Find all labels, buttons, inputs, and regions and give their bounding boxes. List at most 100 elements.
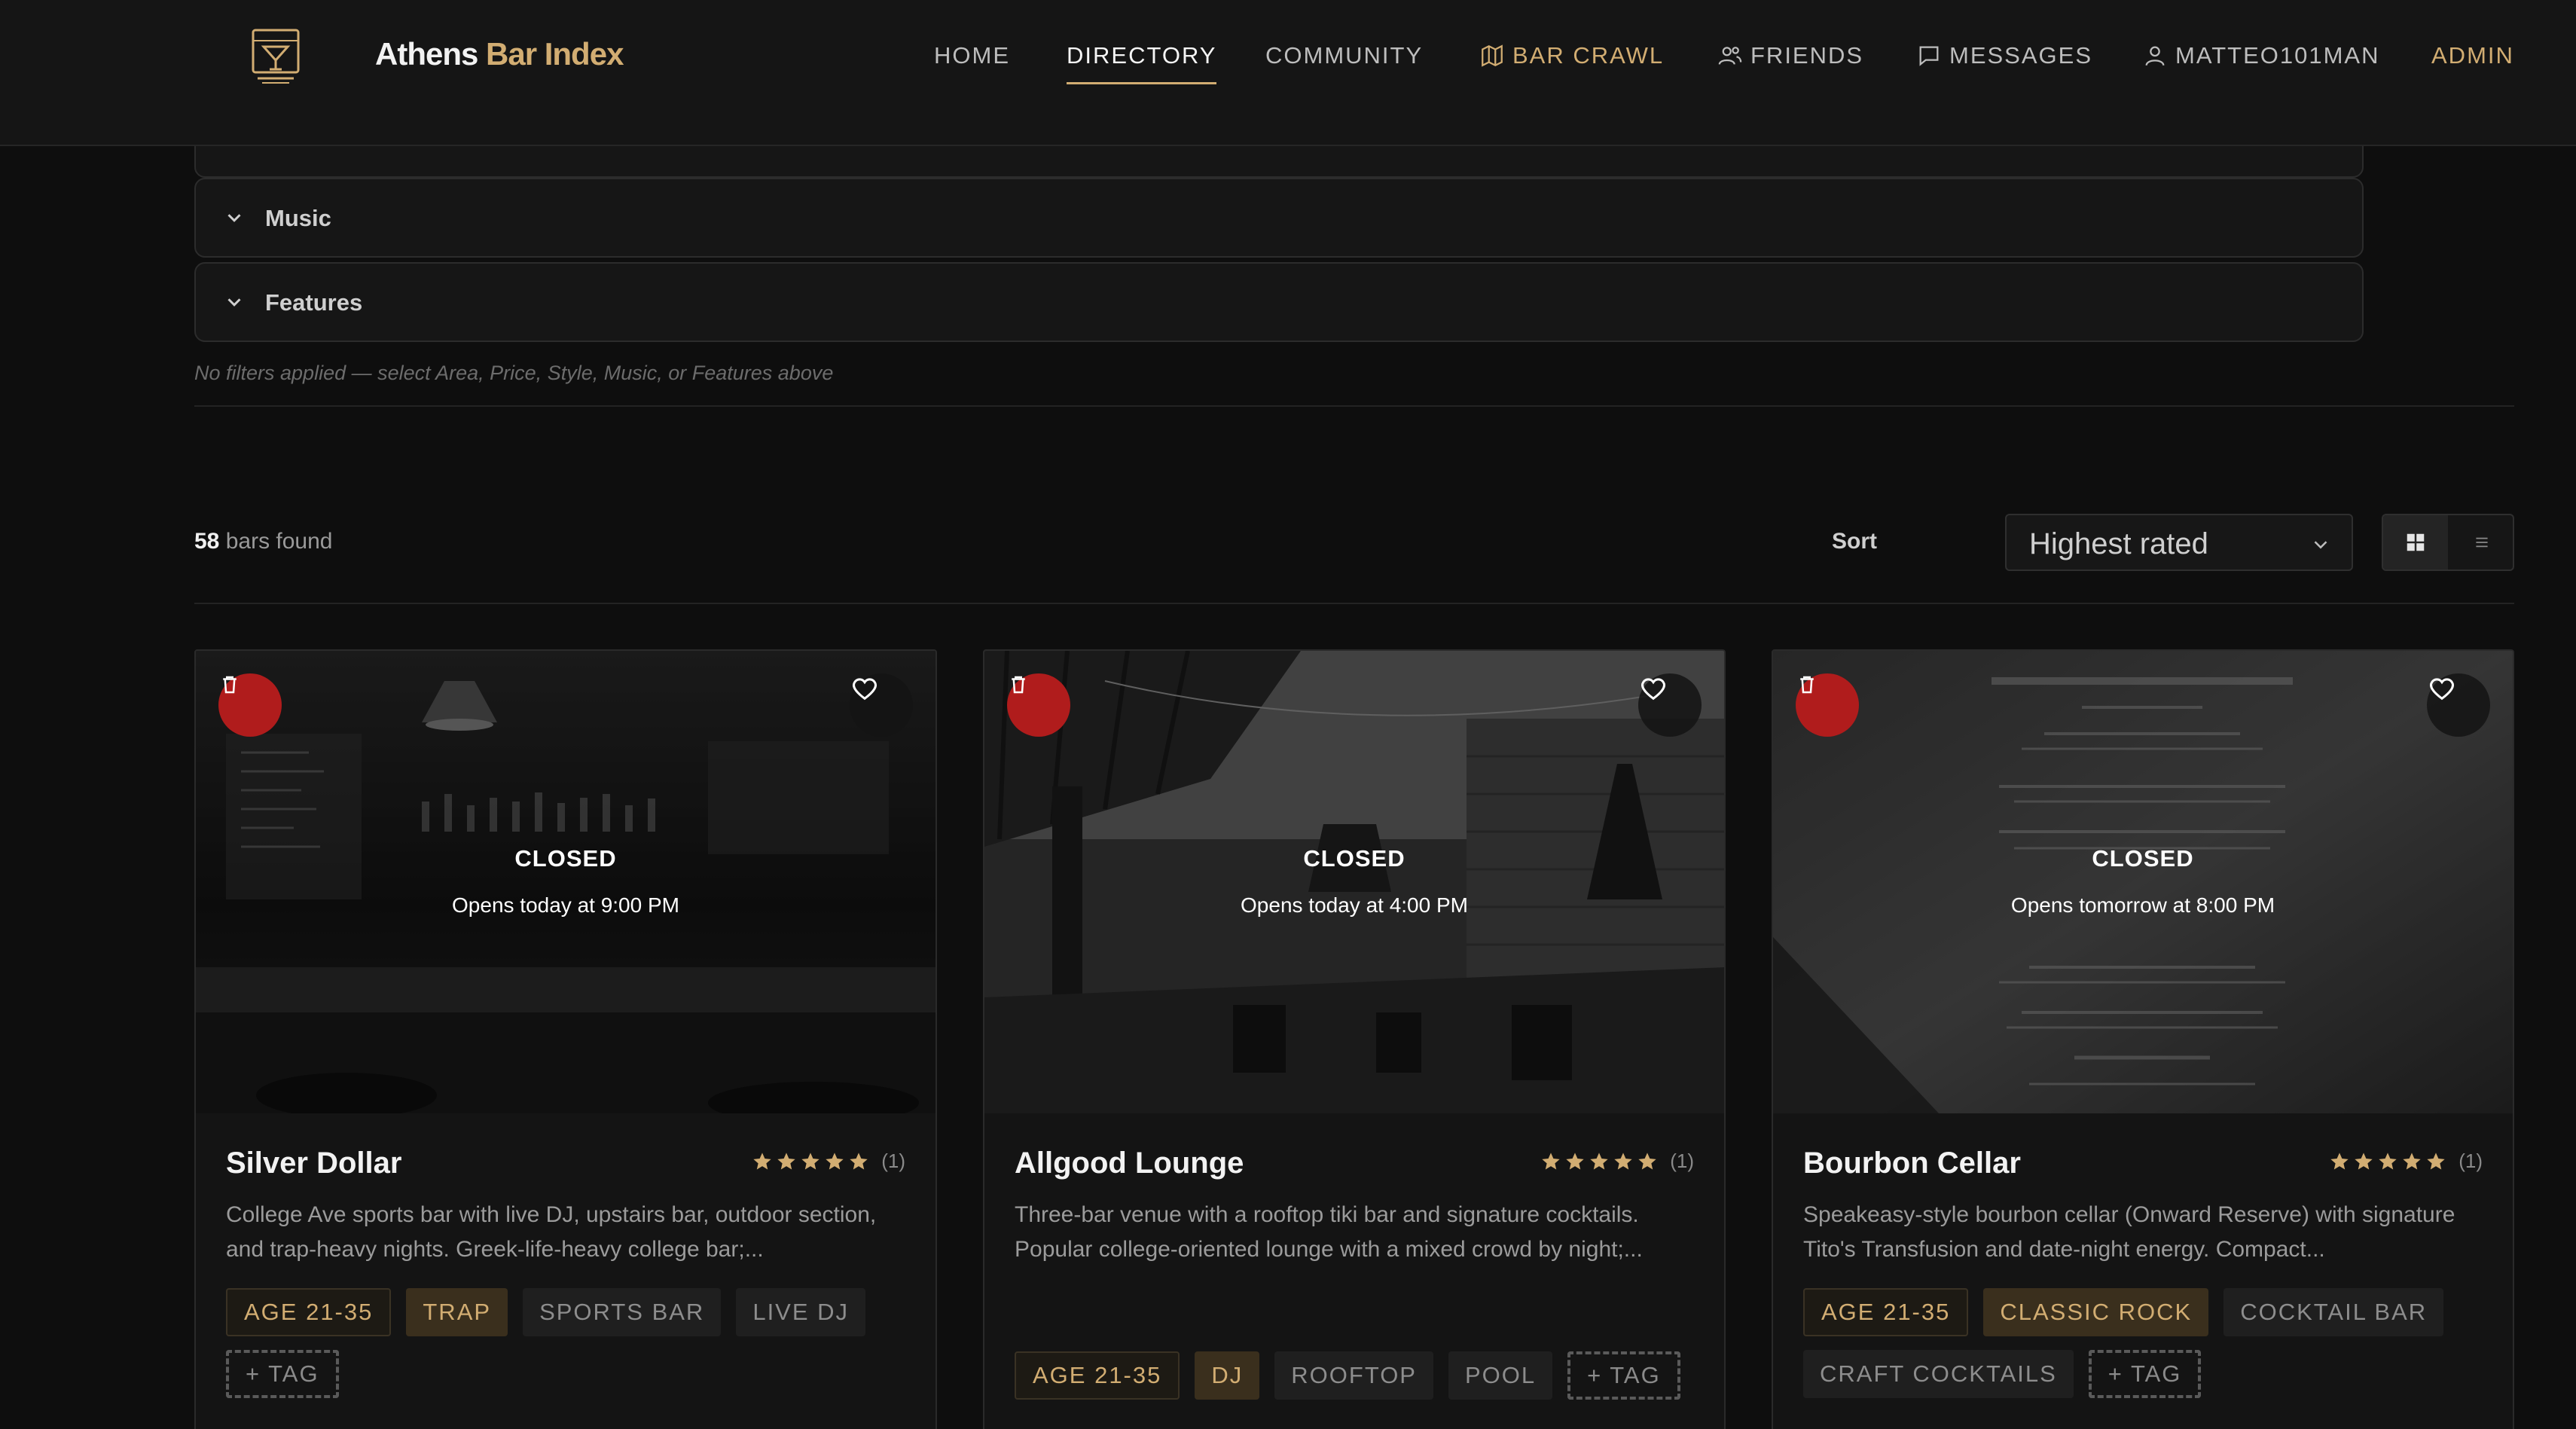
nav-directory[interactable]: DIRECTORY <box>1067 42 1217 84</box>
tag-feature[interactable]: CRAFT COCKTAILS <box>1803 1350 2074 1398</box>
nav-profile[interactable]: MATTEO101MAN <box>2142 42 2379 69</box>
tag-music[interactable]: TRAP <box>406 1288 508 1336</box>
filter-label-features: Features <box>265 289 363 316</box>
bar-card[interactable]: CLOSED Opens today at 9:00 PM Silver Dol… <box>194 649 937 1429</box>
nav-admin-label: ADMIN <box>2431 42 2514 69</box>
nav-messages-label: MESSAGES <box>1949 42 2092 69</box>
bar-card[interactable]: CLOSED Opens tomorrow at 8:00 PM Bourbon… <box>1772 649 2514 1429</box>
nav-home-label: HOME <box>934 42 1010 69</box>
heart-icon <box>2429 678 2455 701</box>
delete-button[interactable] <box>1796 673 1859 737</box>
star-icon <box>2379 1152 2397 1169</box>
bar-photo: CLOSED Opens today at 4:00 PM <box>984 651 1724 1113</box>
filter-section-features[interactable]: Features <box>194 262 2364 342</box>
tag-age[interactable]: AGE 21-35 <box>1803 1288 1969 1336</box>
chevron-down-icon <box>227 214 241 222</box>
bar-description: College Ave sports bar with live DJ, ups… <box>226 1202 877 1262</box>
tag-age[interactable]: AGE 21-35 <box>1015 1351 1180 1400</box>
tag-feature[interactable]: POOL <box>1448 1351 1553 1400</box>
nav-profile-label: MATTEO101MAN <box>2175 42 2380 69</box>
chevron-down-icon <box>227 298 241 307</box>
tag-feature[interactable]: LIVE DJ <box>736 1288 866 1336</box>
star-icon <box>1614 1152 1632 1169</box>
bar-photo: CLOSED Opens tomorrow at 8:00 PM <box>1773 651 2513 1113</box>
heart-icon <box>852 678 877 701</box>
rating-count: (1) <box>2458 1150 2483 1172</box>
favorite-button[interactable] <box>2427 673 2490 737</box>
star-icon <box>2330 1152 2349 1169</box>
star-icon <box>826 1152 844 1169</box>
divider <box>194 405 2514 407</box>
status-badge: CLOSED <box>514 845 617 872</box>
add-tag-button[interactable]: + TAG <box>1567 1351 1680 1400</box>
sort-value: Highest rated <box>2029 527 2208 560</box>
rating: (1) <box>752 1150 905 1173</box>
favorite-button[interactable] <box>850 673 913 737</box>
tag-feature[interactable]: ROOFTOP <box>1274 1351 1433 1400</box>
tag-list: AGE 21-35 CLASSIC ROCK COCKTAIL BAR CRAF… <box>1803 1288 2489 1398</box>
chevron-down-icon <box>2314 541 2327 549</box>
star-icon <box>1566 1152 1584 1169</box>
bar-description: Three-bar venue with a rooftop tiki bar … <box>1015 1202 1643 1262</box>
list-view-button[interactable] <box>2449 515 2513 569</box>
add-tag-button[interactable]: + TAG <box>226 1350 339 1398</box>
nav-community-label: COMMUNITY <box>1265 42 1424 69</box>
bar-name[interactable]: Bourbon Cellar <box>1803 1147 2021 1180</box>
rating: (1) <box>1540 1150 1694 1173</box>
trash-icon <box>223 676 237 694</box>
users-icon <box>1718 47 1742 65</box>
delete-button[interactable] <box>1007 673 1070 737</box>
star-icon <box>753 1152 771 1169</box>
heart-icon <box>1641 678 1666 701</box>
star-icon <box>1638 1152 1656 1169</box>
tag-list: AGE 21-35 DJ ROOFTOP POOL + TAG <box>1015 1351 1700 1400</box>
star-icon <box>1542 1152 1560 1169</box>
tag-music[interactable]: CLASSIC ROCK <box>1983 1288 2209 1336</box>
photo-overlay <box>1773 651 2513 1113</box>
add-tag-button[interactable]: + TAG <box>2088 1350 2202 1398</box>
sort-label: Sort <box>1832 529 1877 554</box>
filter-section-music[interactable]: Music <box>194 178 2364 258</box>
trash-icon <box>1012 676 1025 694</box>
results-count: 58 bars found <box>194 529 333 554</box>
star-icon <box>2403 1152 2421 1169</box>
rating-count: (1) <box>881 1150 905 1172</box>
list-icon <box>2476 537 2488 548</box>
bar-name[interactable]: Allgood Lounge <box>1015 1147 1244 1180</box>
opening-time: Opens tomorrow at 8:00 PM <box>2010 893 2275 917</box>
nav-messages[interactable]: MESSAGES <box>1916 42 2092 69</box>
tag-age[interactable]: AGE 21-35 <box>226 1288 392 1336</box>
status-badge: CLOSED <box>1303 845 1406 872</box>
nav-bar-crawl-label: BAR CRAWL <box>1512 42 1665 69</box>
nav-friends[interactable]: FRIENDS <box>1717 42 1863 69</box>
nav-community[interactable]: COMMUNITY <box>1265 42 1423 69</box>
star-icon <box>2355 1152 2373 1169</box>
divider <box>194 603 2514 604</box>
nav-bar-crawl[interactable]: BAR CRAWL <box>1479 42 1664 69</box>
rating: (1) <box>2329 1150 2483 1173</box>
nav-home[interactable]: HOME <box>934 42 1010 69</box>
message-icon <box>1919 46 1939 66</box>
nav-admin[interactable]: ADMIN <box>2431 42 2514 69</box>
bar-photo: CLOSED Opens today at 9:00 PM <box>196 651 935 1113</box>
opening-time: Opens today at 9:00 PM <box>452 893 679 917</box>
sort-select[interactable]: Highest rated <box>2005 514 2353 571</box>
user-icon <box>2145 46 2165 66</box>
favorite-button[interactable] <box>1638 673 1702 737</box>
tag-style[interactable]: SPORTS BAR <box>523 1288 722 1336</box>
grid-view-button[interactable] <box>2383 515 2448 569</box>
grid-icon <box>2407 533 2425 551</box>
bar-card[interactable]: CLOSED Opens today at 4:00 PM Allgood Lo… <box>983 649 1726 1429</box>
main-nav: HOME DIRECTORY COMMUNITY BAR CRAWL FRIEN… <box>0 42 2576 84</box>
opening-time: Opens today at 4:00 PM <box>1241 893 1468 917</box>
results-count-number: 58 <box>194 529 220 554</box>
tag-music[interactable]: DJ <box>1195 1351 1260 1400</box>
bar-name[interactable]: Silver Dollar <box>226 1147 401 1180</box>
delete-button[interactable] <box>218 673 282 737</box>
star-icon <box>2427 1152 2445 1169</box>
status-badge: CLOSED <box>2092 845 2194 872</box>
photo-overlay <box>984 651 1724 1113</box>
nav-friends-label: FRIENDS <box>1750 42 1864 69</box>
trash-icon <box>1800 676 1814 694</box>
tag-style[interactable]: COCKTAIL BAR <box>2223 1288 2444 1336</box>
